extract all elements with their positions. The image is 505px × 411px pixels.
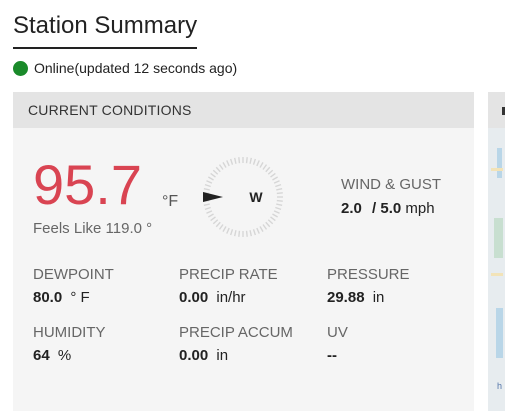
feels-like: Feels Like 119.0 ° [33, 220, 153, 237]
wind-label: WIND & GUST [341, 176, 441, 193]
humidity-value: 64 % [33, 347, 71, 364]
dewpoint-value: 80.0 ° F [33, 289, 90, 306]
uv-label: UV [327, 324, 348, 341]
pressure-unit: in [372, 289, 385, 306]
station-status: Online(updated 12 seconds ago) [13, 59, 237, 77]
temperature-unit: °F [162, 193, 179, 210]
uv-value: -- [327, 347, 337, 364]
dewpoint-number: 80.0 [33, 289, 63, 306]
wind-compass-icon: W [203, 157, 283, 237]
wind-arrow-icon [203, 192, 223, 202]
map-label: h [497, 381, 503, 391]
dewpoint-unit: ° F [70, 289, 90, 306]
humidity-label: HUMIDITY [33, 324, 106, 341]
wind-separator: / [372, 200, 377, 217]
wind-speed: 2.0 [341, 200, 362, 217]
wind-value: 2.0 / 5.0 mph [341, 200, 435, 217]
map-panel-edge[interactable]: h [488, 92, 505, 411]
precip-rate-number: 0.00 [179, 289, 209, 306]
status-dot-icon [13, 60, 28, 76]
pressure-number: 29.88 [327, 289, 365, 306]
pressure-label: PRESSURE [327, 266, 410, 283]
card-header: CURRENT CONDITIONS [13, 92, 474, 128]
page-title: Station Summary [13, 12, 198, 39]
precip-accum-unit: in [216, 347, 229, 364]
uv-number: -- [327, 347, 337, 364]
card-header-label: CURRENT CONDITIONS [28, 102, 192, 118]
dewpoint-label: DEWPOINT [33, 266, 114, 283]
precip-accum-number: 0.00 [179, 347, 209, 364]
wind-unit: mph [405, 200, 435, 217]
precip-rate-unit: in/hr [216, 289, 246, 306]
precip-rate-value: 0.00 in/hr [179, 289, 246, 306]
status-text: Online(updated 12 seconds ago) [34, 60, 238, 76]
humidity-number: 64 [33, 347, 50, 364]
humidity-unit: % [57, 347, 72, 364]
precip-accum-value: 0.00 in [179, 347, 228, 364]
precip-accum-label: PRECIP ACCUM [179, 324, 293, 341]
wind-gust: 5.0 [380, 200, 402, 217]
wind-direction: W [249, 189, 263, 205]
precip-rate-label: PRECIP RATE [179, 266, 278, 283]
title-underline [13, 47, 197, 49]
current-conditions-card: CURRENT CONDITIONS 95.7 °F Feels Like 11… [13, 92, 474, 411]
map-thumbnail[interactable]: h [488, 128, 505, 411]
temperature-value: 95.7 [33, 153, 142, 216]
pressure-value: 29.88 in [327, 289, 384, 306]
